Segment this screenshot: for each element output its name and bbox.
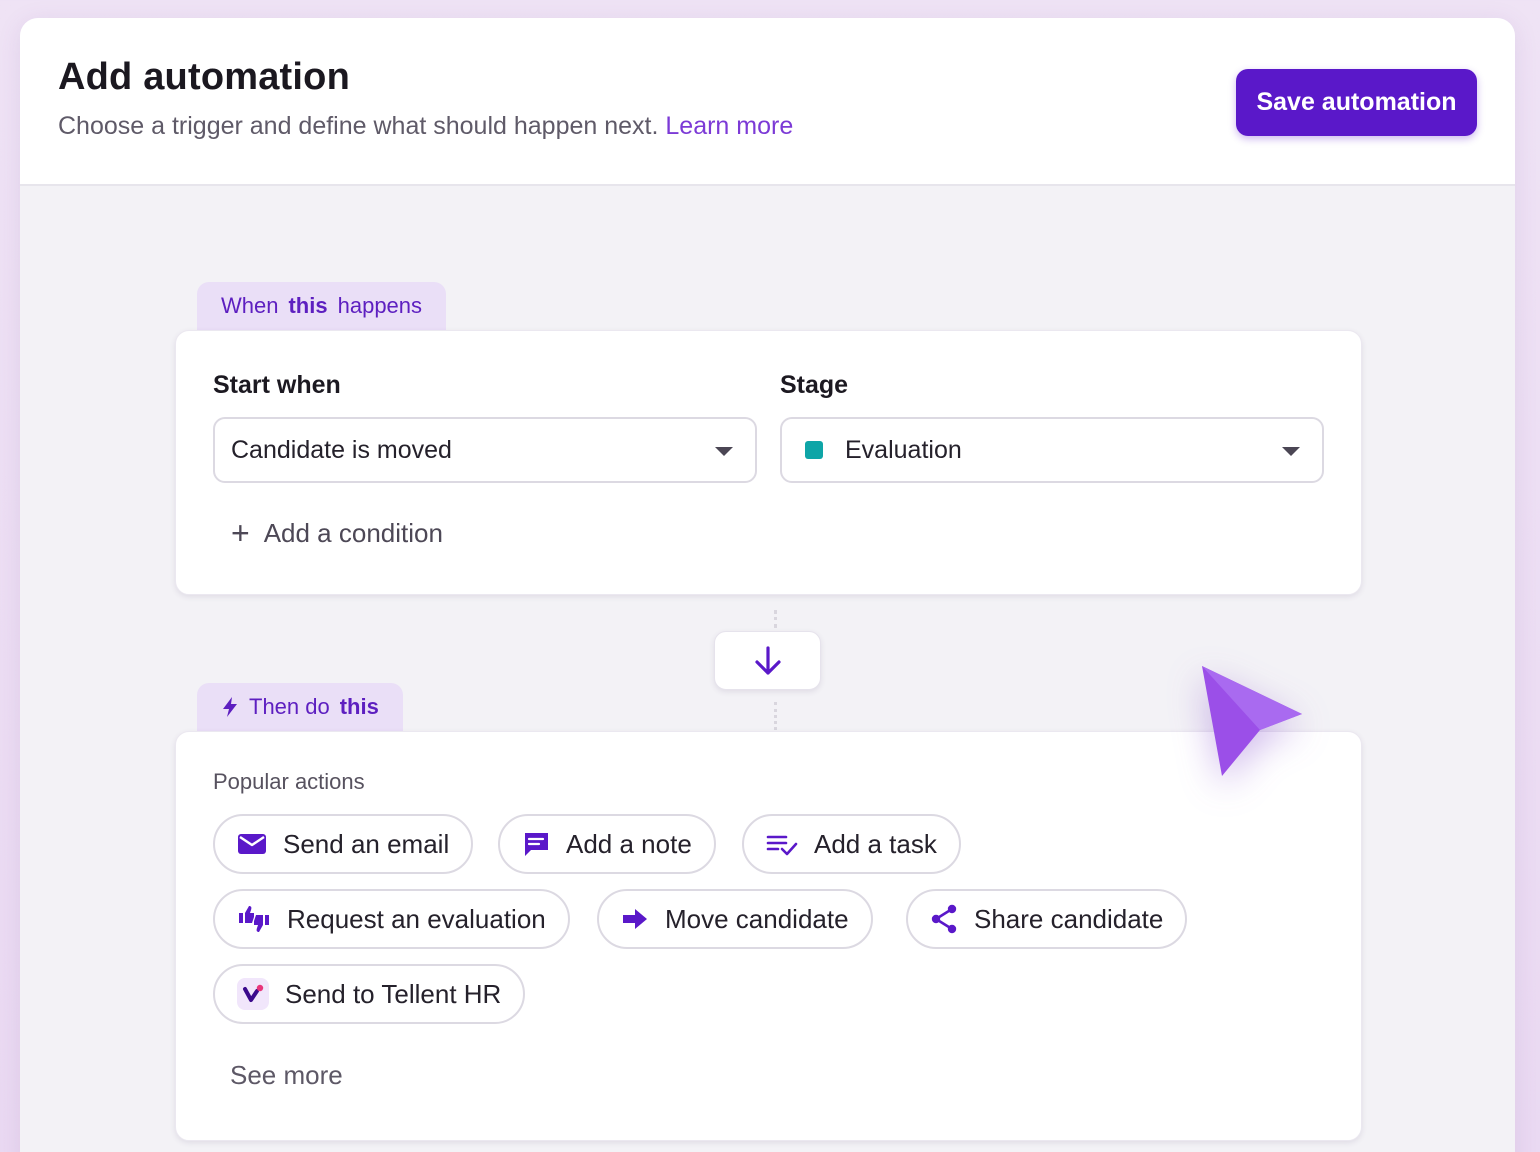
subtitle-text: Choose a trigger and define what should …	[58, 112, 659, 140]
stage-value: Evaluation	[845, 435, 962, 464]
tellent-logo-icon	[237, 978, 269, 1010]
action-chip-send-email[interactable]: Send an email	[213, 814, 474, 874]
action-tab-bold: this	[339, 694, 379, 719]
see-more-link[interactable]: See more	[230, 1060, 343, 1091]
share-icon	[931, 904, 957, 934]
stage-label: Stage	[780, 371, 849, 399]
chip-label: Request an evaluation	[287, 903, 546, 934]
page-subtitle: Choose a trigger and define what should …	[58, 112, 793, 141]
trigger-section-tab: When this happens	[197, 282, 447, 330]
action-tab-prefix: Then do	[249, 694, 330, 719]
action-chip-add-task[interactable]: Add a task	[742, 814, 961, 874]
trigger-tab-suffix: happens	[337, 293, 423, 318]
add-step-arrow-button[interactable]	[714, 631, 821, 690]
plus-icon: +	[231, 515, 250, 551]
cursor-pointer-icon	[1202, 666, 1302, 776]
page-header: Add automation Choose a trigger and defi…	[20, 18, 1515, 186]
chevron-down-icon	[1282, 447, 1300, 456]
automation-window: Add automation Choose a trigger and defi…	[20, 18, 1515, 1152]
start-when-select[interactable]: Candidate is moved	[213, 417, 757, 483]
stage-select[interactable]: Evaluation	[780, 417, 1324, 483]
action-chip-send-to-tellent-hr[interactable]: Send to Tellent HR	[213, 964, 526, 1024]
chevron-down-icon	[715, 447, 733, 456]
lightning-icon	[223, 697, 237, 717]
start-when-label: Start when	[213, 371, 341, 399]
page-title: Add automation	[58, 56, 350, 98]
trigger-tab-bold: this	[288, 293, 328, 318]
chip-label: Send an email	[283, 828, 450, 859]
thumbs-icon	[239, 906, 269, 932]
mail-icon	[238, 834, 266, 854]
chip-label: Move candidate	[665, 903, 849, 934]
note-icon	[524, 833, 548, 856]
chip-label: Add a task	[814, 828, 937, 859]
learn-more-link[interactable]: Learn more	[665, 112, 793, 140]
action-card: Popular actions Send an email Add a note…	[175, 731, 1362, 1141]
chip-label: Send to Tellent HR	[285, 978, 502, 1009]
action-chip-request-evaluation[interactable]: Request an evaluation	[213, 889, 570, 949]
action-chip-move-candidate[interactable]: Move candidate	[597, 889, 873, 949]
popular-actions-label: Popular actions	[213, 769, 365, 794]
chip-label: Add a note	[566, 828, 692, 859]
chip-label: Share candidate	[974, 903, 1164, 934]
connector-line-top	[774, 610, 777, 628]
action-section-tab: Then do this	[197, 683, 403, 731]
task-icon	[766, 835, 798, 856]
save-automation-button[interactable]: Save automation	[1236, 69, 1477, 136]
action-chip-add-note[interactable]: Add a note	[498, 814, 716, 874]
trigger-card: Start when Candidate is moved Stage Eval…	[175, 330, 1362, 595]
arrow-right-icon	[623, 909, 647, 929]
action-chip-share-candidate[interactable]: Share candidate	[906, 889, 1188, 949]
connector-line-bottom	[774, 702, 777, 730]
arrow-down-icon	[754, 645, 781, 675]
trigger-tab-prefix: When	[221, 293, 279, 318]
stage-color-swatch	[805, 441, 823, 459]
add-condition-button[interactable]: + Add a condition	[231, 517, 443, 549]
add-condition-label: Add a condition	[263, 517, 443, 548]
start-when-value: Candidate is moved	[231, 435, 452, 464]
